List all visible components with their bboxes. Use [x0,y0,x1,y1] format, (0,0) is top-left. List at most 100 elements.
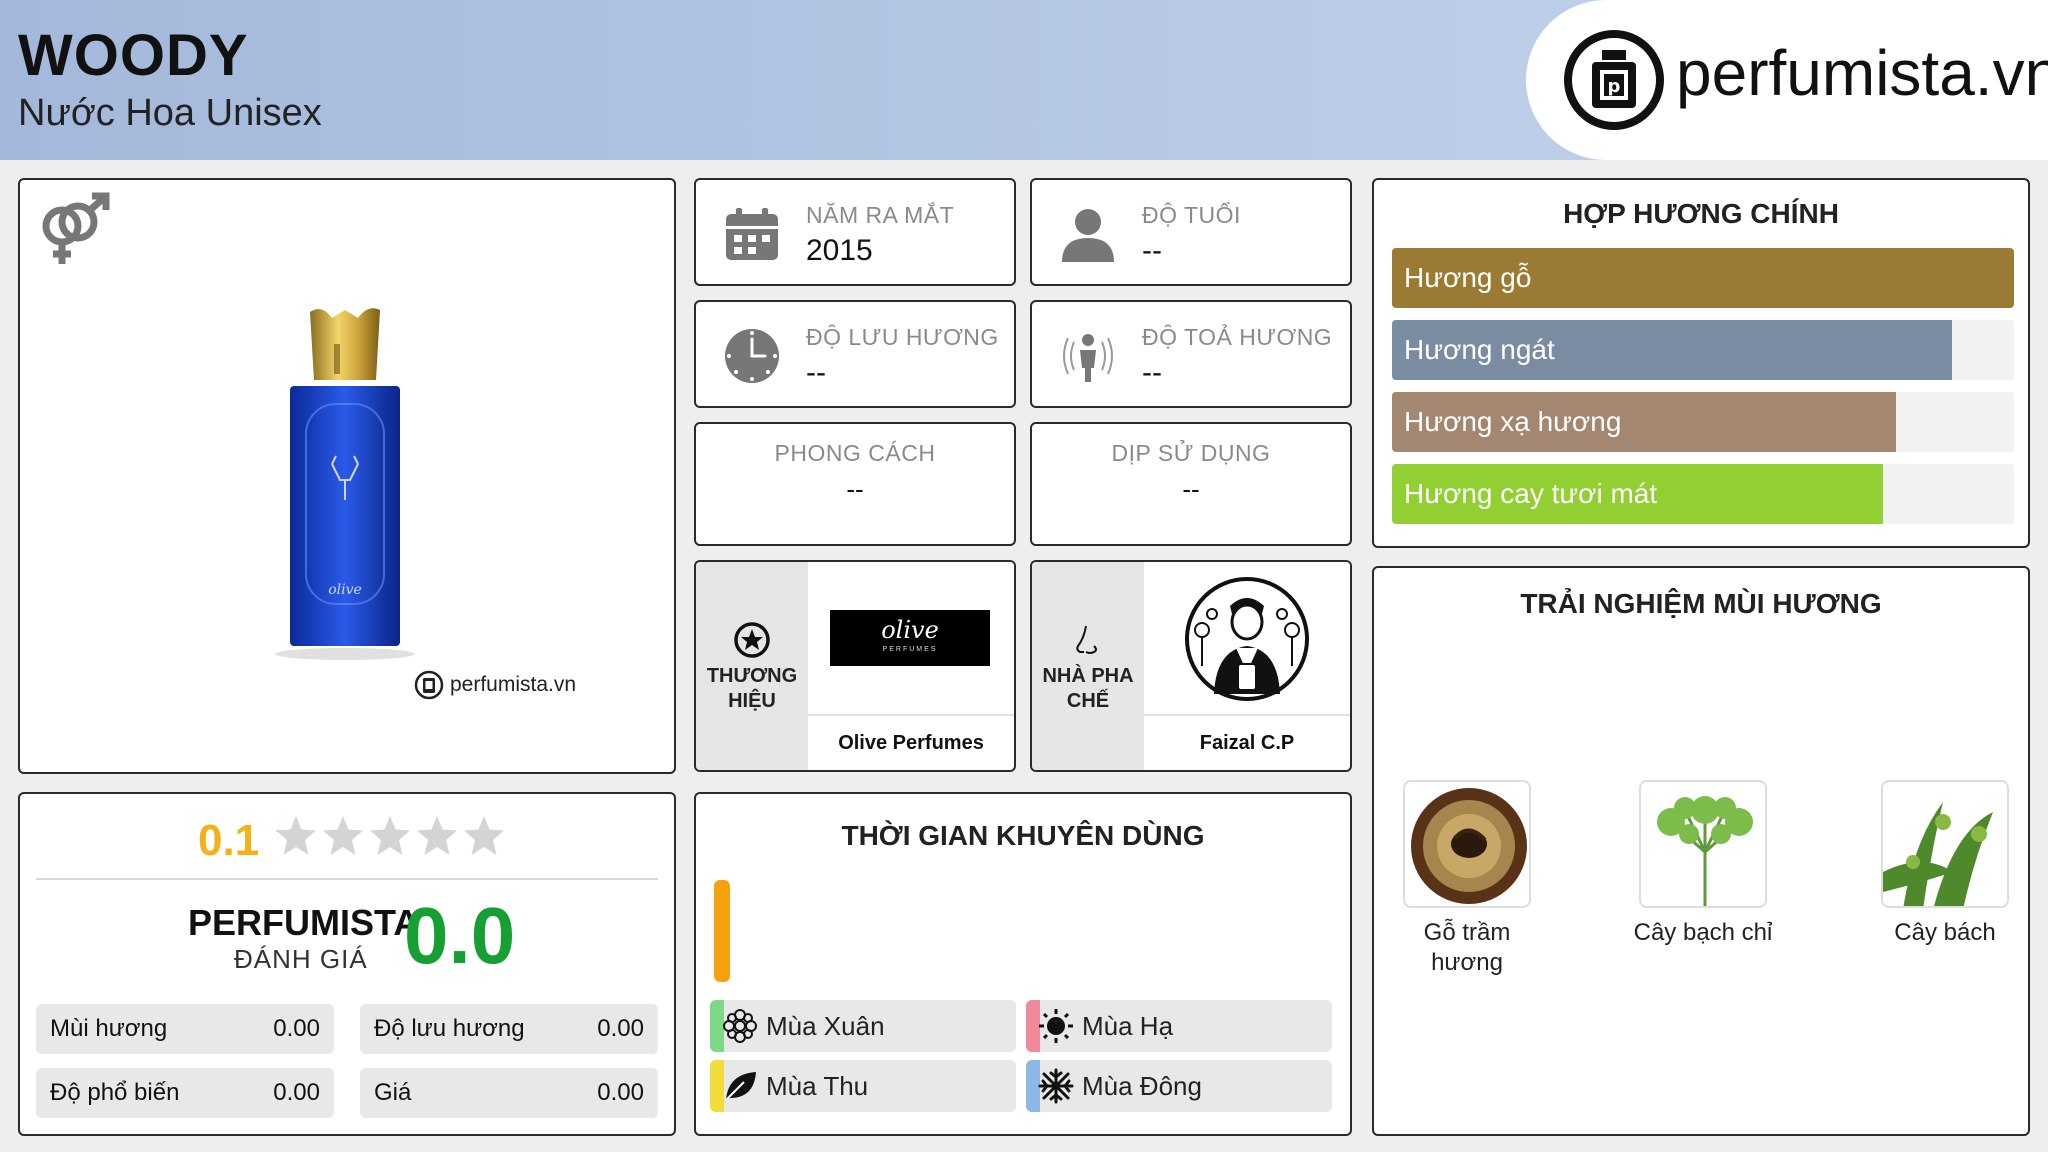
metric-popularity: Độ phổ biến 0.00 [36,1068,334,1118]
sun-icon [1039,1009,1073,1043]
metric-value: 0.00 [273,1015,320,1042]
perfumer-side: NHÀ PHA CHẾ [1032,562,1144,770]
season-title: THỜI GIAN KHUYÊN DÙNG [841,820,1205,851]
metric-price: Giá 0.00 [360,1068,658,1118]
season-label: Mùa Đông [1082,1071,1202,1101]
release-year-tile: NĂM RA MẮT 2015 [694,178,1016,286]
season-label: Mùa Xuân [766,1011,885,1041]
season-autumn: Mùa Thu [710,1060,1016,1112]
release-year-label: NĂM RA MẮT [806,202,955,228]
product-watermark: perfumista.vn [414,670,576,700]
calendar-icon [726,208,778,260]
sillage-tile: ĐỘ TOẢ HƯƠNG -- [1030,300,1352,408]
site-logo[interactable]: p perfumista.vn [1526,0,2048,160]
brand-side-label: THƯƠNG HIỆU [706,665,798,712]
header: WOODY Nước Hoa Unisex p perfumista.vn [0,0,2048,160]
occasion-label: DỊP SỬ DỤNG [1111,440,1271,466]
note-item[interactable]: Cây bạch chỉ [1628,780,1778,948]
metric-value: 0.00 [597,1079,644,1106]
star-icon[interactable] [368,814,412,858]
perfumista-label: PERFUMISTA [188,902,420,943]
accord-label: Hương ngát [1404,334,1555,365]
metric-scent: Mùi hương 0.00 [36,1004,334,1054]
metric-label: Giá [374,1079,412,1106]
metric-value: 0.00 [273,1079,320,1106]
brand-side: THƯƠNG HIỆU [696,562,808,770]
site-logo-text: perfumista.vn [1676,37,2048,109]
divider [36,878,658,880]
accord-bar: Hương cay tươi mát [1392,464,2014,524]
longevity-value: -- [806,356,826,389]
accord-bar: Hương xạ hương [1392,392,2014,452]
perfume-bottle-logo-icon: p [1564,30,1664,130]
perfume-bottle-logo-icon [414,670,444,700]
recommended-season-panel: THỜI GIAN KHUYÊN DÙNG Mùa Xuân Mùa Hạ Mù… [694,792,1352,1136]
star-rating[interactable] [274,814,506,858]
clock-icon [725,329,779,383]
season-label: Mùa Thu [766,1071,869,1101]
perfumer-image-area [1144,562,1350,716]
scent-experience-title: TRẢI NGHIỆM MÙI HƯƠNG [1520,588,1882,619]
cypress-image [1883,782,2007,906]
metric-value: 0.00 [597,1015,644,1042]
star-icon[interactable] [415,814,459,858]
longevity-tile: ĐỘ LƯU HƯƠNG -- [694,300,1016,408]
age-tile: ĐỘ TUỔI -- [1030,178,1352,286]
time-of-day-bar [714,880,730,982]
age-label: ĐỘ TUỔI [1142,202,1241,228]
style-label: PHONG CÁCH [774,440,936,466]
sillage-label: ĐỘ TOẢ HƯƠNG [1142,324,1333,350]
star-icon[interactable] [321,814,365,858]
star-icon[interactable] [274,814,318,858]
brand-logo-subtext: PERFUMES [882,646,938,653]
brand-logo: olive PERFUMES [830,610,990,666]
rating-panel: 0.1 PERFUMISTA ĐÁNH GIÁ 0.0 Mùi hương 0.… [18,792,676,1136]
brand-name[interactable]: Olive Perfumes [808,714,1014,770]
metric-label: Mùi hương [50,1015,168,1042]
note-label: Cây bách [1894,919,1996,946]
perfumer-illustration [1185,577,1309,701]
radiating-person-icon [1063,334,1113,382]
user-rating-score: 0.1 [198,816,260,865]
perfume-title: WOODY [18,23,249,88]
metric-longevity: Độ lưu hương 0.00 [360,1004,658,1054]
main-accords-title: HỢP HƯƠNG CHÍNH [1563,198,1839,229]
brand-card[interactable]: THƯƠNG HIỆU olive PERFUMES Olive Perfume… [694,560,1016,772]
perfumer-side-label: NHÀ PHA CHẾ [1042,665,1134,712]
accord-label: Hương gỗ [1404,262,1532,293]
note-label: Cây bạch chỉ [1633,919,1773,946]
perfumista-sublabel: ĐÁNH GIÁ [234,944,368,974]
perfumer-card[interactable]: NHÀ PHA CHẾ Faizal C.P [1030,560,1352,772]
unisex-gender-icon [42,192,110,264]
metric-label: Độ phổ biến [50,1079,180,1106]
occasion-tile: DỊP SỬ DỤNG -- [1030,422,1352,546]
brand-logo-area: olive PERFUMES [808,562,1014,716]
note-label: Gỗ trầm hương [1423,919,1511,976]
watermark-text: perfumista.vn [450,673,577,696]
perfume-subtitle: Nước Hoa Unisex [18,92,322,134]
perfumer-name[interactable]: Faizal C.P [1144,714,1350,770]
svg-text:p: p [1608,76,1621,97]
style-value: -- [846,474,864,504]
brand-logo-text: olive [881,616,939,644]
note-item[interactable]: Gỗ trầm hương [1392,780,1542,978]
nose-icon [1076,625,1097,654]
release-year-value: 2015 [806,234,873,267]
longevity-label: ĐỘ LƯU HƯƠNG [806,324,999,350]
scent-experience-panel: TRẢI NGHIỆM MÙI HƯƠNG Gỗ trầm hương Cây … [1372,566,2030,1136]
season-winter: Mùa Đông [1026,1060,1332,1112]
snowflake-icon [1038,1068,1074,1104]
accord-label: Hương xạ hương [1404,406,1622,437]
perfumista-score: 0.0 [404,891,516,980]
accord-label: Hương cay tươi mát [1404,478,1658,509]
product-image-panel: olive perfumista.vn [18,178,676,774]
star-badge-icon [734,622,770,658]
angelica-image [1641,782,1765,906]
perfume-bottle-image: olive [275,308,415,660]
leaf-icon [725,1072,756,1101]
star-icon[interactable] [462,814,506,858]
person-icon [1062,209,1114,262]
flower-icon [723,1009,757,1043]
age-value: -- [1142,234,1162,267]
note-item[interactable]: Cây bách [1870,780,2020,948]
